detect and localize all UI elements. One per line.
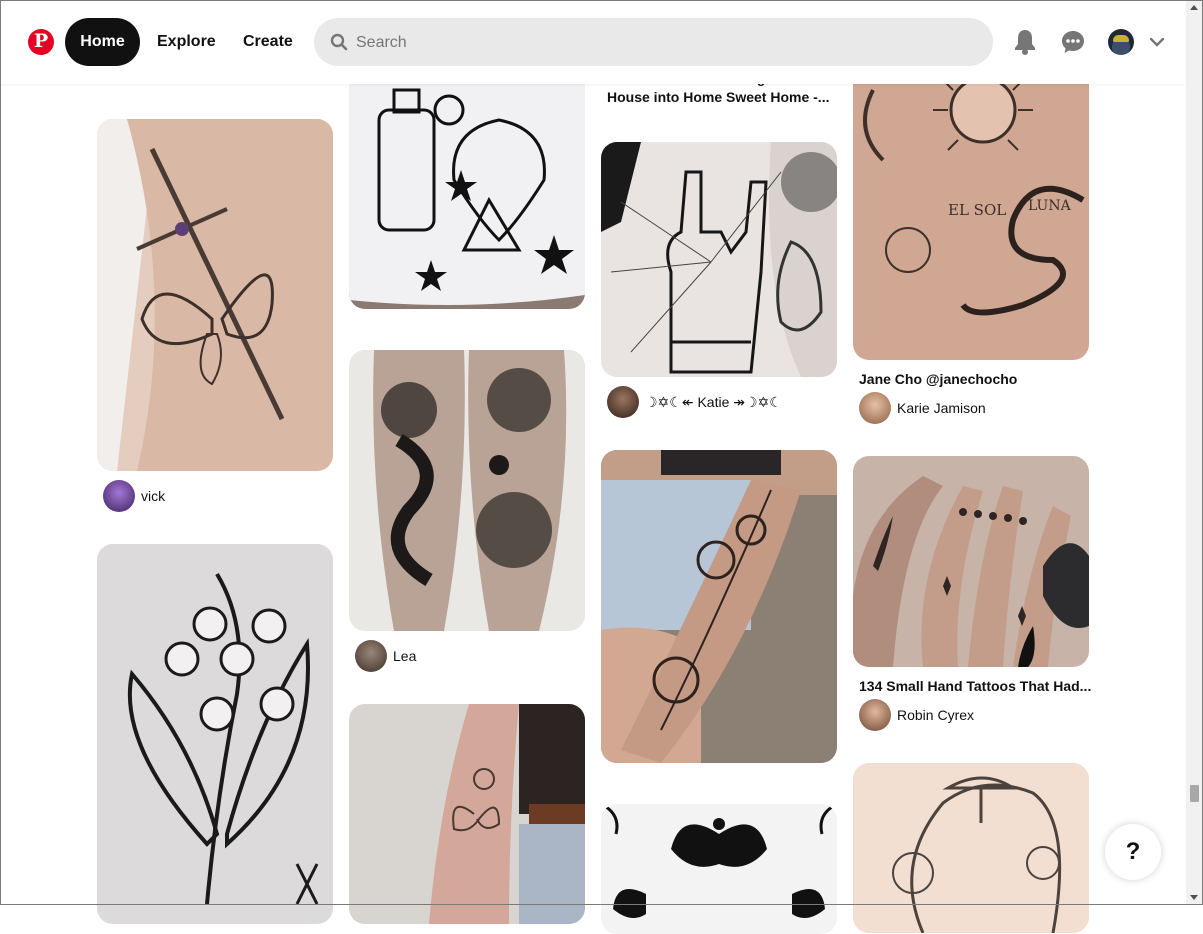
pin-username[interactable]: vick bbox=[141, 486, 165, 506]
profile-avatar[interactable] bbox=[1108, 29, 1134, 55]
tattoo-dagger-butterfly-image bbox=[97, 119, 333, 471]
notifications-bell-icon[interactable] bbox=[1014, 29, 1036, 55]
nav-create-tab[interactable]: Create bbox=[243, 18, 293, 66]
nav-home-tab[interactable]: Home bbox=[65, 18, 140, 66]
scroll-up-arrow-icon[interactable] bbox=[1190, 5, 1198, 10]
search-icon bbox=[330, 33, 348, 51]
pin-title[interactable]: Jane Cho @janechocho bbox=[859, 369, 1017, 389]
user-avatar[interactable] bbox=[355, 640, 387, 672]
pin-username[interactable]: Robin Cyrex bbox=[897, 705, 974, 725]
svg-text:EL SOL: EL SOL bbox=[948, 201, 1006, 219]
tattoo-finger-image bbox=[853, 456, 1089, 667]
scrollbar-thumb[interactable] bbox=[1190, 785, 1199, 802]
pin-image-dagger-butterfly[interactable] bbox=[97, 119, 333, 471]
top-nav-bar: P Home Explore Create bbox=[0, 0, 1185, 84]
tattoo-floral-arm-image bbox=[601, 450, 837, 763]
scroll-down-arrow-icon[interactable] bbox=[1190, 895, 1198, 900]
pin-title[interactable]: 134 Small Hand Tattoos That Had... bbox=[859, 676, 1091, 696]
search-input[interactable] bbox=[354, 18, 978, 68]
pin-username[interactable]: Lea bbox=[393, 646, 416, 666]
user-avatar[interactable] bbox=[607, 386, 639, 418]
user-avatar[interactable] bbox=[859, 699, 891, 731]
tattoo-hand-gesture-image bbox=[601, 142, 837, 377]
pin-image-butterfly-forearm[interactable] bbox=[349, 704, 585, 924]
user-avatar[interactable] bbox=[859, 392, 891, 424]
search-bar[interactable] bbox=[314, 18, 993, 68]
pin-image-floral-arm[interactable] bbox=[601, 450, 837, 763]
pin-username[interactable]: Karie Jamison bbox=[897, 398, 986, 418]
tattoo-mushroom-frame-image bbox=[853, 763, 1089, 933]
tattoo-sun-moon-snake-image: EL SOL LUNA bbox=[853, 50, 1089, 360]
pin-image-sun-moon-snake[interactable]: EL SOL LUNA bbox=[853, 50, 1089, 360]
help-button[interactable]: ? bbox=[1105, 824, 1161, 880]
pin-image-moths-sheet[interactable] bbox=[601, 804, 837, 934]
pin-image-mushroom-frame[interactable] bbox=[853, 763, 1089, 933]
tattoo-flash-potion-image bbox=[349, 50, 585, 309]
pin-image-skull-lily[interactable] bbox=[97, 544, 333, 924]
pinterest-logo[interactable]: P bbox=[28, 29, 54, 55]
messages-chat-icon[interactable] bbox=[1061, 30, 1085, 54]
nav-explore-tab[interactable]: Explore bbox=[157, 18, 216, 66]
tattoo-skull-lily-image bbox=[97, 544, 333, 924]
pin-image-leg-chrysanthemum[interactable] bbox=[349, 350, 585, 631]
pin-image-potion-bottles[interactable] bbox=[349, 50, 585, 309]
page-scrollbar[interactable] bbox=[1186, 1, 1202, 904]
tattoo-moths-flash-image bbox=[601, 804, 837, 934]
pin-username[interactable]: ☽✡☾↞ Katie ↠☽✡☾ bbox=[645, 392, 782, 412]
chevron-down-icon[interactable] bbox=[1150, 37, 1164, 47]
svg-text:LUNA: LUNA bbox=[1028, 198, 1072, 214]
tattoo-leg-sleeve-image bbox=[349, 350, 585, 631]
tattoo-butterfly-forearm-image bbox=[349, 704, 585, 924]
user-avatar[interactable] bbox=[103, 480, 135, 512]
pin-title-line2[interactable]: House into Home Sweet Home -... bbox=[607, 87, 829, 107]
pin-image-hand-finger-tattoos[interactable] bbox=[853, 456, 1089, 667]
pin-image-hand-gesture[interactable] bbox=[601, 142, 837, 377]
